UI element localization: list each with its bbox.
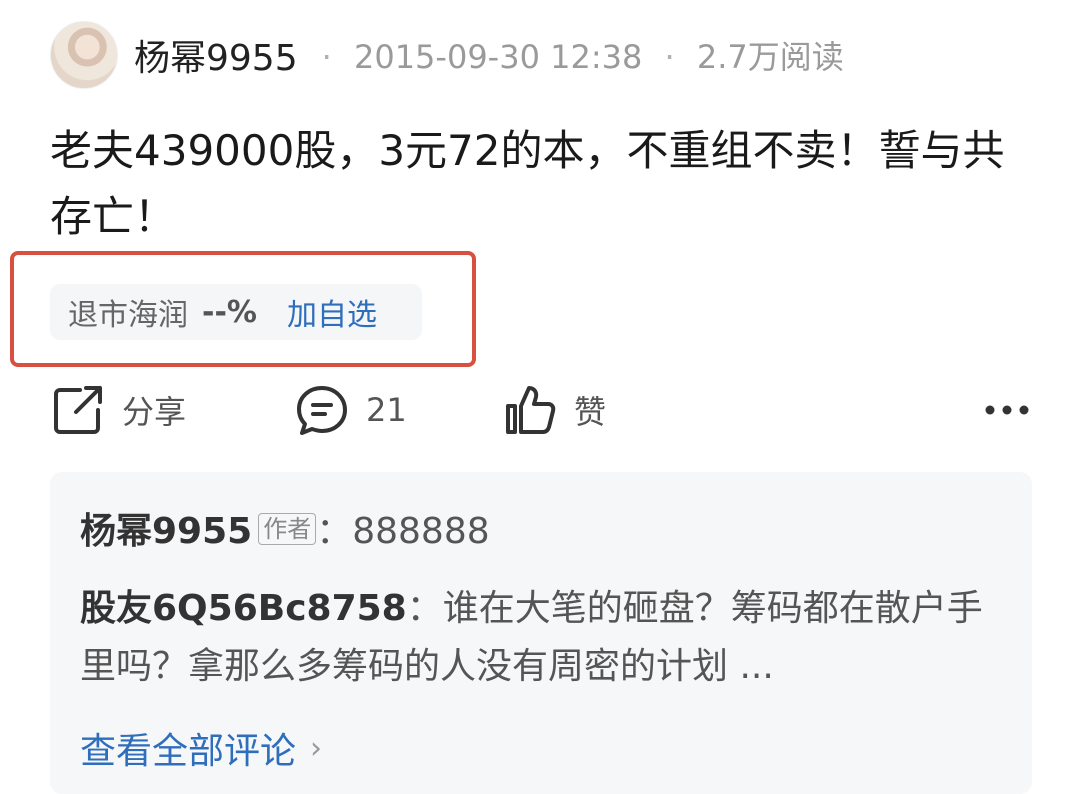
thumbs-up-icon [506,386,556,434]
like-label: 赞 [574,393,607,431]
view-all-comments-link[interactable]: 查看全部评论 › [80,722,322,774]
comment-item[interactable]: 股友6Q56Bc8758：谁在大笔的砸盘？筹码都在散户手里吗？拿那么多筹码的人没… [80,580,1005,696]
comment-count: 21 [366,391,407,429]
comments-panel: 杨幂9955 作者 ：888888 股友6Q56Bc8758：谁在大笔的砸盘？筹码都… [50,472,1032,794]
more-icon [985,405,1029,415]
chevron-right-icon: › [310,730,323,766]
comment-button[interactable]: 21 [294,378,407,442]
post-meta: · 2015-09-30 12:38 · 2.7万阅读 [310,32,844,78]
comment-separator: ： [406,588,443,629]
stock-tag[interactable]: 退市海润 --% 加自选 [50,284,422,340]
meta-separator: · [321,38,332,76]
share-icon [54,386,102,434]
view-count: 2.7万阅读 [696,38,844,76]
share-label: 分享 [122,393,187,431]
view-all-label: 查看全部评论 [80,731,297,772]
comment-text: 888888 [352,511,490,552]
like-button[interactable]: 赞 [502,378,606,442]
author-badge: 作者 [258,513,317,545]
author-name[interactable]: 杨幂9955 [134,29,298,81]
post-header: 杨幂9955 · 2015-09-30 12:38 · 2.7万阅读 [50,21,844,89]
post-timestamp: 2015-09-30 12:38 [353,38,643,76]
comment-user[interactable]: 杨幂9955 [80,511,252,552]
comment-separator: ： [316,511,353,552]
stock-name[interactable]: 退市海润 [68,290,188,334]
comment-user[interactable]: 股友6Q56Bc8758 [80,588,407,629]
avatar[interactable] [50,21,118,89]
post-content: 老夫439000股，3元72的本，不重组不卖！誓与共存亡！ [50,126,1005,241]
comment-icon [297,386,347,435]
comment-item[interactable]: 杨幂9955 作者 ：888888 [80,502,490,554]
action-bar: 分享 21 赞 [50,378,1030,442]
more-button[interactable] [984,378,1030,442]
stock-change: --% [202,294,257,330]
meta-separator: · [664,38,675,76]
share-button[interactable]: 分享 [50,378,186,442]
add-to-watchlist-button[interactable]: 加自选 [287,290,377,334]
